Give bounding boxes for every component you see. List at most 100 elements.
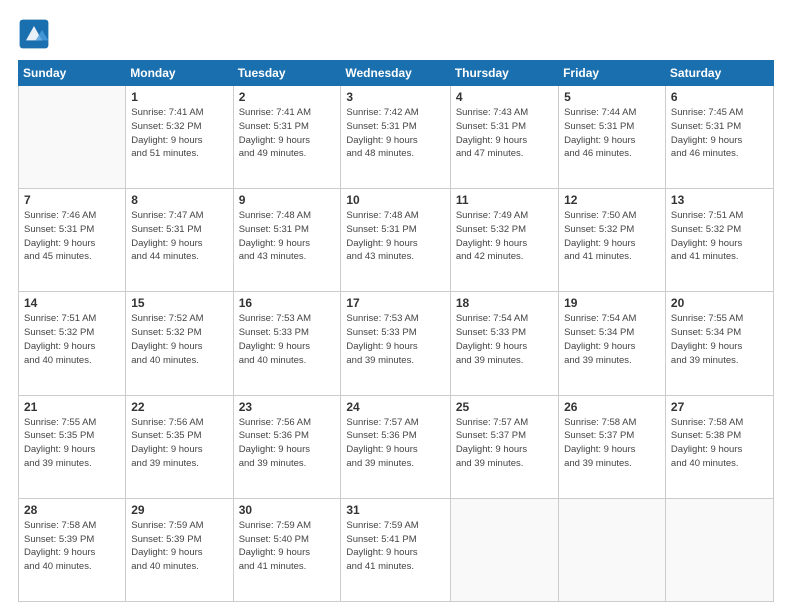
day-info: Sunrise: 7:45 AMSunset: 5:31 PMDaylight:… (671, 106, 768, 161)
calendar-cell: 7 Sunrise: 7:46 AMSunset: 5:31 PMDaylight… (19, 189, 126, 292)
day-info: Sunrise: 7:57 AMSunset: 5:36 PMDaylight:… (346, 416, 444, 471)
day-number: 7 (24, 193, 120, 207)
day-info: Sunrise: 7:44 AMSunset: 5:31 PMDaylight:… (564, 106, 660, 161)
day-info: Sunrise: 7:51 AMSunset: 5:32 PMDaylight:… (671, 209, 768, 264)
calendar-cell: 9Sunrise: 7:48 AMSunset: 5:31 PMDaylight… (233, 189, 341, 292)
day-info: Sunrise: 7:41 AMSunset: 5:31 PMDaylight:… (239, 106, 336, 161)
day-number: 23 (239, 400, 336, 414)
day-number: 8 (131, 193, 227, 207)
weekday-wednesday: Wednesday (341, 61, 450, 86)
day-number: 18 (456, 296, 553, 310)
day-info: Sunrise: 7:58 AMSunset: 5:37 PMDaylight:… (564, 416, 660, 471)
day-number: 6 (671, 90, 768, 104)
weekday-thursday: Thursday (450, 61, 558, 86)
calendar-cell: 11Sunrise: 7:49 AMSunset: 5:32 PMDayligh… (450, 189, 558, 292)
week-row-2: 7 Sunrise: 7:46 AMSunset: 5:31 PMDaylight… (19, 189, 774, 292)
weekday-saturday: Saturday (665, 61, 773, 86)
day-number: 13 (671, 193, 768, 207)
calendar-cell: 25 Sunrise: 7:57 AMSunset: 5:37 PMDayligh… (450, 395, 558, 498)
calendar-cell: 18 Sunrise: 7:54 AMSunset: 5:33 PMDayligh… (450, 292, 558, 395)
day-info: Sunrise: 7:52 AMSunset: 5:32 PMDaylight:… (131, 312, 227, 367)
day-number: 30 (239, 503, 336, 517)
day-info: Sunrise: 7:48 AMSunset: 5:31 PMDaylight:… (346, 209, 444, 264)
day-info: Sunrise: 7:56 AMSunset: 5:35 PMDaylight:… (131, 416, 227, 471)
day-number: 21 (24, 400, 120, 414)
day-info: Sunrise: 7:55 AMSunset: 5:34 PMDaylight:… (671, 312, 768, 367)
day-number: 9 (239, 193, 336, 207)
week-row-3: 14 Sunrise: 7:51 AMSunset: 5:32 PMDayligh… (19, 292, 774, 395)
calendar-cell (19, 86, 126, 189)
day-number: 2 (239, 90, 336, 104)
day-info: Sunrise: 7:57 AMSunset: 5:37 PMDaylight:… (456, 416, 553, 471)
calendar-cell: 1Sunrise: 7:41 AMSunset: 5:32 PMDaylight… (126, 86, 233, 189)
calendar-cell: 4Sunrise: 7:43 AMSunset: 5:31 PMDaylight… (450, 86, 558, 189)
calendar-cell: 5 Sunrise: 7:44 AMSunset: 5:31 PMDaylight… (559, 86, 666, 189)
calendar-header: SundayMondayTuesdayWednesdayThursdayFrid… (19, 61, 774, 86)
calendar-table: SundayMondayTuesdayWednesdayThursdayFrid… (18, 60, 774, 602)
day-number: 12 (564, 193, 660, 207)
calendar-cell: 17Sunrise: 7:53 AMSunset: 5:33 PMDayligh… (341, 292, 450, 395)
week-row-4: 21 Sunrise: 7:55 AMSunset: 5:35 PMDayligh… (19, 395, 774, 498)
day-number: 11 (456, 193, 553, 207)
calendar-cell: 3Sunrise: 7:42 AMSunset: 5:31 PMDaylight… (341, 86, 450, 189)
day-number: 29 (131, 503, 227, 517)
calendar-cell: 28 Sunrise: 7:58 AMSunset: 5:39 PMDayligh… (19, 498, 126, 601)
day-info: Sunrise: 7:59 AMSunset: 5:40 PMDaylight:… (239, 519, 336, 574)
day-info: Sunrise: 7:58 AMSunset: 5:38 PMDaylight:… (671, 416, 768, 471)
day-number: 10 (346, 193, 444, 207)
weekday-header-row: SundayMondayTuesdayWednesdayThursdayFrid… (19, 61, 774, 86)
day-info: Sunrise: 7:46 AMSunset: 5:31 PMDaylight:… (24, 209, 120, 264)
week-row-5: 28 Sunrise: 7:58 AMSunset: 5:39 PMDayligh… (19, 498, 774, 601)
weekday-friday: Friday (559, 61, 666, 86)
calendar-cell: 12 Sunrise: 7:50 AMSunset: 5:32 PMDayligh… (559, 189, 666, 292)
calendar-cell (450, 498, 558, 601)
day-number: 20 (671, 296, 768, 310)
day-number: 15 (131, 296, 227, 310)
calendar-cell: 10 Sunrise: 7:48 AMSunset: 5:31 PMDayligh… (341, 189, 450, 292)
day-number: 3 (346, 90, 444, 104)
logo (18, 18, 56, 50)
calendar-cell (665, 498, 773, 601)
day-info: Sunrise: 7:55 AMSunset: 5:35 PMDaylight:… (24, 416, 120, 471)
day-info: Sunrise: 7:51 AMSunset: 5:32 PMDaylight:… (24, 312, 120, 367)
day-info: Sunrise: 7:59 AMSunset: 5:39 PMDaylight:… (131, 519, 227, 574)
calendar-cell: 24 Sunrise: 7:57 AMSunset: 5:36 PMDayligh… (341, 395, 450, 498)
header (18, 18, 774, 50)
day-info: Sunrise: 7:41 AMSunset: 5:32 PMDaylight:… (131, 106, 227, 161)
day-info: Sunrise: 7:54 AMSunset: 5:33 PMDaylight:… (456, 312, 553, 367)
day-number: 5 (564, 90, 660, 104)
day-info: Sunrise: 7:58 AMSunset: 5:39 PMDaylight:… (24, 519, 120, 574)
calendar-body: 1Sunrise: 7:41 AMSunset: 5:32 PMDaylight… (19, 86, 774, 602)
calendar-cell: 6 Sunrise: 7:45 AMSunset: 5:31 PMDaylight… (665, 86, 773, 189)
calendar-cell: 21 Sunrise: 7:55 AMSunset: 5:35 PMDayligh… (19, 395, 126, 498)
day-number: 16 (239, 296, 336, 310)
day-info: Sunrise: 7:54 AMSunset: 5:34 PMDaylight:… (564, 312, 660, 367)
calendar-cell: 22 Sunrise: 7:56 AMSunset: 5:35 PMDayligh… (126, 395, 233, 498)
calendar-cell: 27 Sunrise: 7:58 AMSunset: 5:38 PMDayligh… (665, 395, 773, 498)
day-number: 22 (131, 400, 227, 414)
day-number: 27 (671, 400, 768, 414)
calendar-cell: 31Sunrise: 7:59 AMSunset: 5:41 PMDayligh… (341, 498, 450, 601)
calendar-cell: 8 Sunrise: 7:47 AMSunset: 5:31 PMDaylight… (126, 189, 233, 292)
day-info: Sunrise: 7:59 AMSunset: 5:41 PMDaylight:… (346, 519, 444, 574)
calendar-cell: 15 Sunrise: 7:52 AMSunset: 5:32 PMDayligh… (126, 292, 233, 395)
day-info: Sunrise: 7:56 AMSunset: 5:36 PMDaylight:… (239, 416, 336, 471)
day-info: Sunrise: 7:43 AMSunset: 5:31 PMDaylight:… (456, 106, 553, 161)
day-number: 28 (24, 503, 120, 517)
week-row-1: 1Sunrise: 7:41 AMSunset: 5:32 PMDaylight… (19, 86, 774, 189)
day-number: 19 (564, 296, 660, 310)
calendar-cell: 26Sunrise: 7:58 AMSunset: 5:37 PMDayligh… (559, 395, 666, 498)
day-info: Sunrise: 7:47 AMSunset: 5:31 PMDaylight:… (131, 209, 227, 264)
weekday-tuesday: Tuesday (233, 61, 341, 86)
calendar-cell: 20 Sunrise: 7:55 AMSunset: 5:34 PMDayligh… (665, 292, 773, 395)
day-number: 17 (346, 296, 444, 310)
calendar-cell (559, 498, 666, 601)
calendar-cell: 23 Sunrise: 7:56 AMSunset: 5:36 PMDayligh… (233, 395, 341, 498)
day-number: 14 (24, 296, 120, 310)
weekday-monday: Monday (126, 61, 233, 86)
calendar-cell: 14 Sunrise: 7:51 AMSunset: 5:32 PMDayligh… (19, 292, 126, 395)
day-info: Sunrise: 7:50 AMSunset: 5:32 PMDaylight:… (564, 209, 660, 264)
day-number: 25 (456, 400, 553, 414)
day-number: 24 (346, 400, 444, 414)
logo-icon (18, 18, 50, 50)
